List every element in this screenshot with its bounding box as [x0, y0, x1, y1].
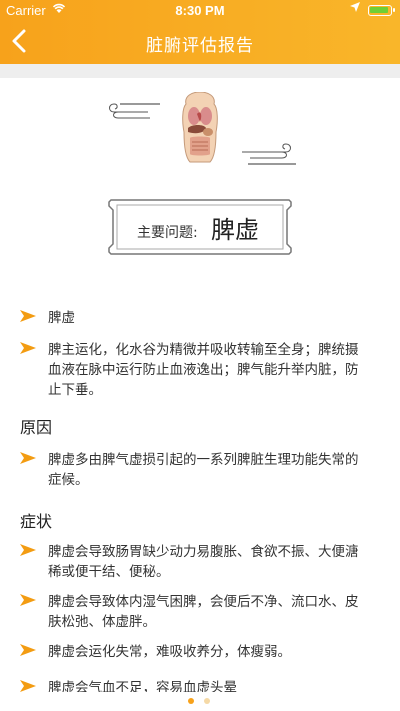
location-arrow-icon — [350, 2, 360, 15]
arrow-bullet-icon — [20, 310, 36, 322]
main-problem-value: 脾虚 — [211, 216, 259, 244]
page-dot-active[interactable] — [188, 698, 194, 704]
body-organs-illustration — [100, 91, 300, 172]
arrow-bullet-icon — [20, 342, 36, 354]
overview-text: 脾虚 — [48, 310, 75, 326]
symptom-text: 脾虚会运化失常，难吸收养分，体瘦弱。 — [48, 644, 291, 660]
page-dot[interactable] — [204, 698, 210, 704]
top-bar: Carrier 8:30 PM 脏腑评估报告 — [0, 0, 400, 64]
arrow-bullet-icon — [20, 594, 36, 606]
status-bar: Carrier 8:30 PM — [0, 0, 400, 20]
section-heading-symptoms: 症状 — [20, 512, 53, 531]
overview-text: 脾主运化，化水谷为精微并吸收转输至全身；脾统摄血液在脉中运行防止血液逸出；脾气能… — [48, 342, 359, 398]
page-indicator[interactable] — [0, 692, 400, 711]
symptom-text: 脾虚会导致肠胃缺少动力易腹胀、食欲不振、大便溏稀或便干结、便秘。 — [48, 544, 359, 580]
cause-text: 脾虚多由脾气虚损引起的一系列脾脏生理功能失常的症候。 — [48, 452, 359, 488]
status-time: 8:30 PM — [175, 3, 225, 18]
section-heading-cause: 原因 — [20, 418, 53, 437]
arrow-bullet-icon — [20, 544, 36, 556]
page-title: 脏腑评估报告 — [146, 36, 254, 56]
header-divider — [0, 64, 400, 78]
arrow-bullet-icon — [20, 452, 36, 464]
nav-bar: 脏腑评估报告 — [0, 20, 400, 64]
battery-icon — [368, 5, 395, 16]
arrow-bullet-icon — [20, 644, 36, 656]
main-problem-card: 主要问题: 脾虚 — [105, 196, 295, 258]
arrow-bullet-icon — [20, 680, 36, 692]
main-problem-label: 主要问题: — [137, 225, 198, 241]
symptom-text: 脾虚会导致体内湿气困脾，会便后不净、流口水、皮肤松弛、体虚胖。 — [48, 594, 359, 630]
